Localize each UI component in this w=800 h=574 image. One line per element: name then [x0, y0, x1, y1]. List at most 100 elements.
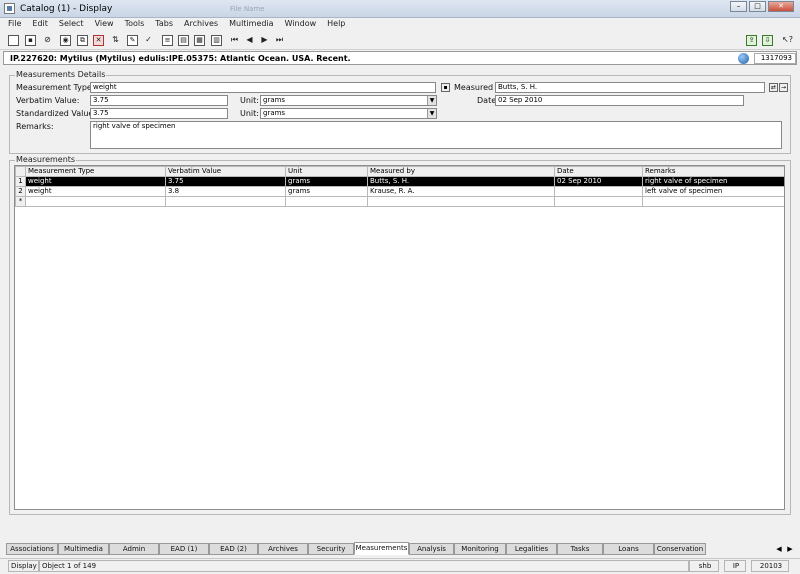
- cell-measured-by[interactable]: Krause, R. A.: [367, 186, 555, 197]
- row-number[interactable]: 1: [15, 176, 26, 187]
- menu-view[interactable]: View: [95, 18, 114, 31]
- tab-archives[interactable]: Archives: [258, 543, 308, 555]
- tab-multimedia[interactable]: Multimedia: [58, 543, 109, 555]
- table-row[interactable]: 2 weight 3.8 grams Krause, R. A. left va…: [15, 186, 784, 197]
- cell-verbatim[interactable]: 3.75: [165, 176, 286, 187]
- spellcheck-icon[interactable]: ✓: [143, 35, 154, 46]
- record-bar: IP.227620: Mytilus (Mytilus) edulis:IPE.…: [3, 51, 797, 65]
- tab-scroll-right-icon[interactable]: ▶: [785, 545, 795, 555]
- tab-ead-2[interactable]: EAD (2): [209, 543, 258, 555]
- close-button[interactable]: ✕: [768, 1, 794, 12]
- column-header-verbatim[interactable]: Verbatim Value: [165, 166, 286, 177]
- status-mode: Display: [8, 560, 39, 572]
- help-pointer-icon[interactable]: ↖?: [782, 35, 793, 46]
- new-cell[interactable]: [554, 196, 643, 207]
- column-header-type[interactable]: Measurement Type: [25, 166, 166, 177]
- tab-monitoring[interactable]: Monitoring: [454, 543, 506, 555]
- column-header-remarks[interactable]: Remarks: [642, 166, 784, 177]
- unit-select[interactable]: grams ▼: [260, 95, 437, 106]
- link-record-icon[interactable]: ⇄: [769, 83, 778, 92]
- unit-select-value: grams: [263, 96, 286, 104]
- new-row[interactable]: *: [15, 196, 784, 207]
- menu-tools[interactable]: Tools: [125, 18, 145, 31]
- chevron-down-icon[interactable]: ▼: [427, 109, 436, 118]
- standardized-unit-select[interactable]: grams ▼: [260, 108, 437, 119]
- menu-tabs[interactable]: Tabs: [155, 18, 173, 31]
- cell-remarks[interactable]: right valve of specimen: [642, 176, 784, 187]
- menu-help[interactable]: Help: [327, 18, 345, 31]
- tab-conservation[interactable]: Conservation: [654, 543, 706, 555]
- date-field[interactable]: 02 Sep 2010: [495, 95, 744, 106]
- tab-ead-1[interactable]: EAD (1): [159, 543, 209, 555]
- cell-date[interactable]: [554, 186, 643, 197]
- sort-icon[interactable]: ⇅: [110, 35, 121, 46]
- menu-archives[interactable]: Archives: [184, 18, 218, 31]
- new-row-marker[interactable]: *: [15, 196, 26, 207]
- column-header-unit[interactable]: Unit: [285, 166, 368, 177]
- open-record-icon[interactable]: →: [779, 83, 788, 92]
- save-icon[interactable]: ▪: [25, 35, 36, 46]
- column-header-date[interactable]: Date: [554, 166, 643, 177]
- tab-legalities[interactable]: Legalities: [506, 543, 557, 555]
- new-cell[interactable]: [25, 196, 166, 207]
- previous-record-icon[interactable]: ◀: [244, 35, 255, 46]
- new-cell[interactable]: [642, 196, 784, 207]
- cell-unit[interactable]: grams: [285, 176, 368, 187]
- cell-type[interactable]: weight: [25, 176, 166, 187]
- search-record-icon[interactable]: ◉: [60, 35, 71, 46]
- tab-admin[interactable]: Admin: [109, 543, 159, 555]
- tab-loans[interactable]: Loans: [603, 543, 654, 555]
- status-bar: Display Object 1 of 149 shb IP 20103: [0, 558, 800, 572]
- cell-verbatim[interactable]: 3.8: [165, 186, 286, 197]
- measurement-type-field[interactable]: weight: [90, 82, 436, 93]
- export-icon[interactable]: ⇪: [746, 35, 757, 46]
- lookup-icon[interactable]: ▪: [441, 83, 450, 92]
- toolbar: ▪ ⊘ ◉ ⧉ ✕ ⇅ ✎ ✓ ≡ ▤ ▦ ▥ ⏮ ◀ ▶ ⏭ ⇪ ⇩ ↖?: [0, 32, 800, 50]
- edit-icon[interactable]: ✎: [127, 35, 138, 46]
- new-icon[interactable]: [8, 35, 19, 46]
- copy-record-icon[interactable]: ⧉: [77, 35, 88, 46]
- report-view-icon[interactable]: ▥: [211, 35, 222, 46]
- first-record-icon[interactable]: ⏮: [229, 35, 240, 46]
- unit2-label: Unit:: [240, 109, 259, 118]
- globe-icon[interactable]: [738, 53, 749, 64]
- minimize-button[interactable]: –: [730, 1, 747, 12]
- chevron-down-icon[interactable]: ▼: [427, 96, 436, 105]
- cell-date[interactable]: 02 Sep 2010: [554, 176, 643, 187]
- maximize-button[interactable]: □: [749, 1, 766, 12]
- menu-select[interactable]: Select: [59, 18, 84, 31]
- cell-type[interactable]: weight: [25, 186, 166, 197]
- table-row[interactable]: 1 weight 3.75 grams Butts, S. H. 02 Sep …: [15, 176, 784, 187]
- column-header-measured-by[interactable]: Measured by: [367, 166, 555, 177]
- menu-edit[interactable]: Edit: [32, 18, 48, 31]
- last-record-icon[interactable]: ⏭: [274, 35, 285, 46]
- cell-remarks[interactable]: left valve of specimen: [642, 186, 784, 197]
- page-view-icon[interactable]: ▤: [178, 35, 189, 46]
- verbatim-value-field[interactable]: 3.75: [90, 95, 228, 106]
- new-cell[interactable]: [165, 196, 286, 207]
- new-cell[interactable]: [285, 196, 368, 207]
- next-record-icon[interactable]: ▶: [259, 35, 270, 46]
- menu-window[interactable]: Window: [285, 18, 317, 31]
- menu-file[interactable]: File: [8, 18, 21, 31]
- remarks-field[interactable]: right valve of specimen: [90, 121, 782, 149]
- tab-associations[interactable]: Associations: [6, 543, 58, 555]
- tab-strip: Associations Multimedia Admin EAD (1) EA…: [6, 542, 796, 555]
- row-number[interactable]: 2: [15, 186, 26, 197]
- tab-scroll-left-icon[interactable]: ◀: [774, 545, 784, 555]
- menu-multimedia[interactable]: Multimedia: [229, 18, 273, 31]
- new-cell[interactable]: [367, 196, 555, 207]
- list-view-icon[interactable]: ≡: [162, 35, 173, 46]
- details-view-icon[interactable]: ▦: [194, 35, 205, 46]
- cell-measured-by[interactable]: Butts, S. H.: [367, 176, 555, 187]
- cancel-icon[interactable]: ⊘: [42, 35, 53, 46]
- standardized-value-field[interactable]: 3.75: [90, 108, 228, 119]
- tab-measurements[interactable]: Measurements: [354, 542, 409, 555]
- tab-security[interactable]: Security: [308, 543, 354, 555]
- tab-tasks[interactable]: Tasks: [557, 543, 603, 555]
- tab-analysis[interactable]: Analysis: [409, 543, 454, 555]
- cell-unit[interactable]: grams: [285, 186, 368, 197]
- import-icon[interactable]: ⇩: [762, 35, 773, 46]
- delete-record-icon[interactable]: ✕: [93, 35, 104, 46]
- measured-by-field[interactable]: Butts, S. H.: [495, 82, 765, 93]
